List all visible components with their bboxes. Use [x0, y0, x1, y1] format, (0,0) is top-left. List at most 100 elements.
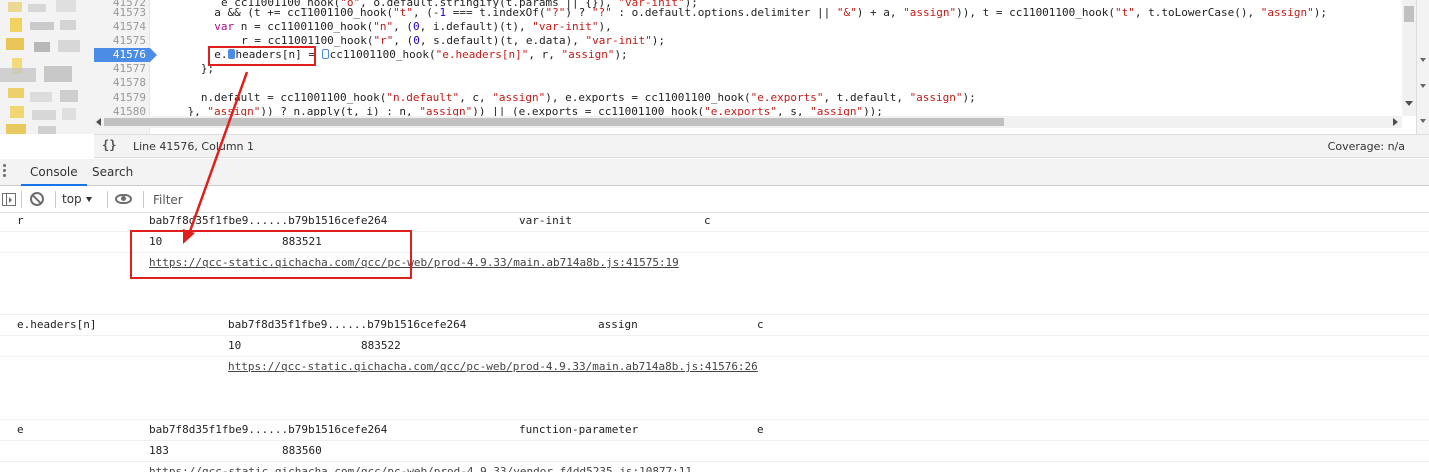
code-token: "t" — [1115, 6, 1135, 19]
code-token: : o.default.options.delimiter || — [611, 6, 837, 19]
code-token: 0 — [413, 20, 420, 33]
message-type: var-init — [519, 214, 572, 227]
console-toolbar: top — [0, 186, 1429, 213]
code-token: "n.default" — [386, 91, 460, 104]
message-divider — [0, 335, 1429, 336]
code-token: "e.exports" — [750, 91, 824, 104]
code-token: ); — [962, 91, 976, 104]
message-count: 10 — [228, 339, 242, 352]
active-line-number[interactable]: 41576 — [94, 48, 157, 62]
code-token: "assign" — [561, 48, 615, 61]
right-panel-strip — [1416, 0, 1429, 134]
code-token: "assign" — [1260, 6, 1314, 19]
blurred-block — [6, 38, 24, 50]
code-token: , r, — [528, 48, 562, 61]
message-value: c — [757, 318, 764, 331]
message-variable-name: e.headers[n] — [17, 318, 97, 331]
filter-input[interactable] — [147, 190, 747, 209]
tab-search[interactable]: Search — [83, 159, 142, 186]
code-token: , i.default)(t), — [419, 20, 533, 33]
blurred-block — [44, 66, 72, 82]
code-token: "assign" — [207, 105, 261, 116]
code-token: , c, — [459, 91, 493, 104]
blurred-block — [62, 108, 76, 120]
context-selector[interactable]: top — [62, 186, 92, 213]
code-line[interactable]: var n = cc11001100_hook("n", (0, i.defau… — [214, 20, 611, 34]
vertical-scrollbar[interactable] — [1402, 0, 1416, 116]
blurred-block — [30, 92, 52, 102]
blurred-block — [8, 2, 22, 12]
source-link[interactable]: https://qcc-static.qichacha.com/qcc/pc-w… — [228, 359, 758, 375]
code-token: , s, — [776, 105, 811, 116]
blurred-block — [38, 126, 56, 134]
message-divider — [0, 419, 1429, 420]
code-token: "assign" — [492, 91, 546, 104]
scroll-down-arrow-icon[interactable] — [1405, 101, 1413, 106]
blurred-block — [58, 40, 80, 52]
pretty-print-icon[interactable]: {} — [102, 138, 116, 152]
message-type: function-parameter — [519, 423, 639, 436]
scroll-left-arrow-icon[interactable] — [96, 118, 101, 126]
code-token: "e.exports" — [704, 105, 777, 116]
message-id: 883522 — [361, 339, 401, 352]
line-number[interactable]: 41578 — [94, 76, 146, 90]
message-value: c — [704, 214, 711, 227]
drawer-tab-bar: Console Search — [0, 159, 1429, 186]
code-token: "var-init" — [532, 20, 599, 33]
code-token: === t.indexOf( — [446, 6, 546, 19]
code-line[interactable]: a && (t += cc11001100_hook("t", (-1 === … — [214, 6, 1327, 20]
clear-console-icon[interactable] — [30, 192, 44, 206]
horizontal-scrollbar[interactable] — [94, 116, 1402, 128]
code-line[interactable]: n.default = cc11001100_hook("n.default",… — [201, 91, 976, 105]
line-number[interactable]: 41579 — [94, 91, 146, 105]
horizontal-scrollbar-thumb[interactable] — [104, 118, 1004, 126]
annotation-highlight-box — [130, 230, 412, 279]
message-hash: bab7f8d35f1fbe9......b79b1516cefe264 — [149, 214, 388, 227]
code-token: "assign" — [903, 6, 957, 19]
code-token: ) + a, — [856, 6, 904, 19]
blurred-block — [32, 110, 56, 120]
code-token: ), e.exports = cc11001100_hook( — [545, 91, 751, 104]
blurred-block — [10, 18, 22, 32]
code-token: "var-init" — [585, 34, 652, 47]
code-token: "t" — [393, 6, 413, 19]
code-token: "n" — [373, 20, 394, 33]
vertical-scrollbar-thumb[interactable] — [1404, 6, 1414, 22]
line-number[interactable]: 41575 — [94, 34, 146, 48]
scroll-right-arrow-icon[interactable] — [1393, 118, 1398, 126]
blurred-block — [0, 68, 36, 82]
source-link[interactable]: https://qcc-static.qichacha.com/qcc/pc-w… — [149, 464, 692, 472]
code-token: "?" — [591, 6, 612, 19]
context-label: top — [62, 192, 82, 206]
code-token: n = cc11001100_hook( — [234, 20, 374, 33]
code-token: "assign" — [909, 91, 963, 104]
annotation-highlight-box — [208, 46, 316, 66]
tab-console[interactable]: Console — [21, 159, 87, 186]
code-token: "e.headers[n]" — [435, 48, 529, 61]
message-divider — [0, 356, 1429, 357]
message-variable-name: r — [17, 214, 24, 227]
chevron-down-icon[interactable] — [1420, 84, 1426, 88]
line-number[interactable]: 41574 — [94, 20, 146, 34]
code-token: 0 — [413, 34, 420, 47]
chevron-down-icon[interactable] — [1420, 119, 1426, 123]
live-expression-eye-icon[interactable] — [115, 194, 132, 204]
coverage-status: Coverage: n/a — [1327, 140, 1405, 153]
line-number[interactable]: 41577 — [94, 62, 146, 76]
line-number-gutter[interactable]: 41572 41573 41574 41575 41576 41577 41578 41579… — [94, 0, 157, 134]
message-divider — [0, 461, 1429, 462]
toolbar-divider — [55, 191, 56, 208]
sidebar-toggle-icon[interactable] — [2, 193, 16, 206]
code-token: , ( — [393, 20, 413, 33]
code-line[interactable]: }, "assign")) ? n.apply(t, i) : n, "assi… — [188, 105, 883, 116]
code-token: cc11001100_hook( — [329, 48, 436, 61]
code-token: n.default = cc11001100_hook( — [200, 91, 387, 104]
line-number[interactable]: 41573 — [94, 6, 146, 20]
drawer-menu-icon[interactable] — [3, 164, 6, 177]
navigator-pane-blurred — [0, 0, 94, 134]
chevron-down-icon[interactable] — [1420, 58, 1426, 62]
code-editor[interactable]: e cc11001100_hook("o", o.default.stringi… — [154, 0, 1402, 116]
inline-breakpoint-icon[interactable] — [321, 49, 329, 59]
code-token: ); — [651, 34, 665, 47]
code-token: )) || (e.exports = cc11001100_hook( — [472, 105, 705, 116]
